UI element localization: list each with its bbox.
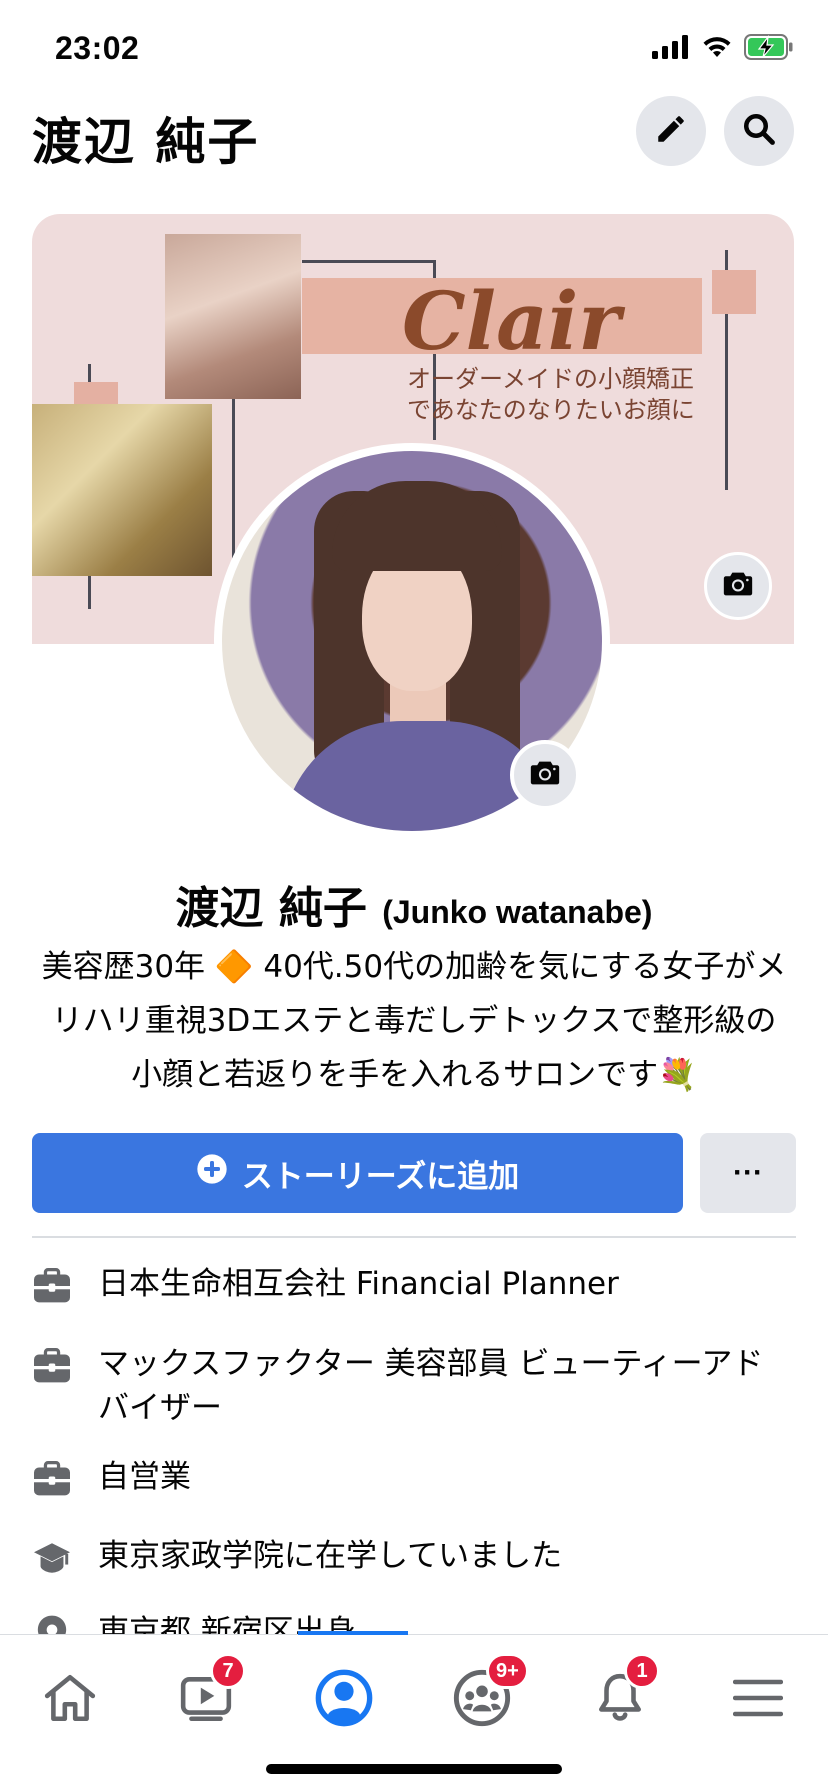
cover-model-photo [165, 234, 301, 399]
graduation-cap-icon [32, 1538, 72, 1578]
home-icon [43, 1673, 97, 1728]
battery-charging-icon [744, 34, 794, 65]
more-options-button[interactable]: ··· [700, 1133, 796, 1213]
profile-name: 渡辺 純子 (Junko watanabe) [0, 872, 828, 936]
search-icon [741, 111, 777, 152]
bio-line: 美容歴30年 🔶 40代.50代の加齢を気にする女子がメ [41, 949, 787, 985]
camera-icon [721, 569, 755, 604]
status-time: 23:02 [55, 30, 140, 66]
detail-item-work: 自営業 [32, 1455, 802, 1499]
cover-mirror-photo [32, 404, 212, 576]
edit-cover-photo-button[interactable] [704, 552, 772, 620]
detail-text: 東京家政学院に在学していました [98, 1538, 563, 1574]
camera-icon [528, 758, 562, 793]
briefcase-icon [32, 1266, 72, 1306]
briefcase-icon [32, 1346, 72, 1386]
detail-item-education: 東京家政学院に在学していました [32, 1534, 802, 1578]
cellular-signal-icon [652, 35, 690, 64]
profile-bio: 美容歴30年 🔶 40代.50代の加齢を気にする女子がメ リハリ重視3Dエステと… [30, 940, 798, 1102]
detail-item-work: 日本生命相互会社 Financial Planner [32, 1262, 802, 1306]
add-to-story-button[interactable]: ストーリーズに追加 [32, 1133, 683, 1213]
cover-tagline-line1: オーダーメイドの小顔矯正 [407, 365, 695, 393]
nav-groups[interactable]: 9+ [442, 1653, 529, 1735]
nav-home[interactable] [30, 1665, 110, 1735]
cover-tagline-line2: であなたのなりたいお顔に [407, 396, 695, 424]
status-icons [652, 34, 794, 65]
watch-badge: 7 [210, 1653, 246, 1689]
plus-circle-icon [196, 1153, 228, 1193]
detail-text: マックスファクター 美容部員 ビューティーアドバイザー [98, 1346, 764, 1426]
detail-text: 自営業 [98, 1459, 191, 1495]
profile-name-main: 渡辺 純子 [175, 883, 367, 934]
pencil-icon [654, 112, 688, 151]
notifications-badge: 1 [624, 1653, 660, 1689]
groups-badge: 9+ [486, 1653, 529, 1689]
page-title: 渡辺 純子 [32, 113, 260, 171]
add-to-story-label: ストーリーズに追加 [241, 1158, 520, 1195]
edit-profile-button[interactable] [636, 96, 706, 166]
edit-profile-picture-button[interactable] [510, 740, 580, 810]
nav-watch[interactable]: 7 [166, 1653, 246, 1735]
profile-icon [315, 1669, 373, 1732]
home-indicator [266, 1764, 562, 1774]
wifi-icon [700, 35, 734, 64]
nav-profile[interactable] [304, 1665, 384, 1735]
status-bar: 23:02 [0, 0, 828, 96]
briefcase-icon [32, 1459, 72, 1499]
cover-tagline: オーダーメイドの小顔矯正 であなたのなりたいお顔に [407, 364, 695, 426]
search-button[interactable] [724, 96, 794, 166]
active-tab-indicator [298, 1631, 408, 1635]
detail-item-work: マックスファクター 美容部員 ビューティーアドバイザー [32, 1342, 802, 1430]
more-options-label: ··· [733, 1156, 763, 1189]
divider [32, 1236, 796, 1238]
profile-header: 渡辺 純子 [0, 96, 828, 180]
detail-text: 日本生命相互会社 Financial Planner [98, 1266, 619, 1302]
nav-notifications[interactable]: 1 [580, 1653, 660, 1735]
cover-brand-text: Clair [402, 274, 621, 368]
bio-line: リハリ重視3Dエステと毒だしデトックスで整形級の [51, 1003, 777, 1039]
profile-alt-name: (Junko watanabe) [382, 894, 653, 930]
nav-menu[interactable] [718, 1665, 798, 1735]
bio-line: 小顔と若返りを手を入れるサロンです💐 [131, 1057, 697, 1093]
hamburger-menu-icon [732, 1678, 784, 1723]
